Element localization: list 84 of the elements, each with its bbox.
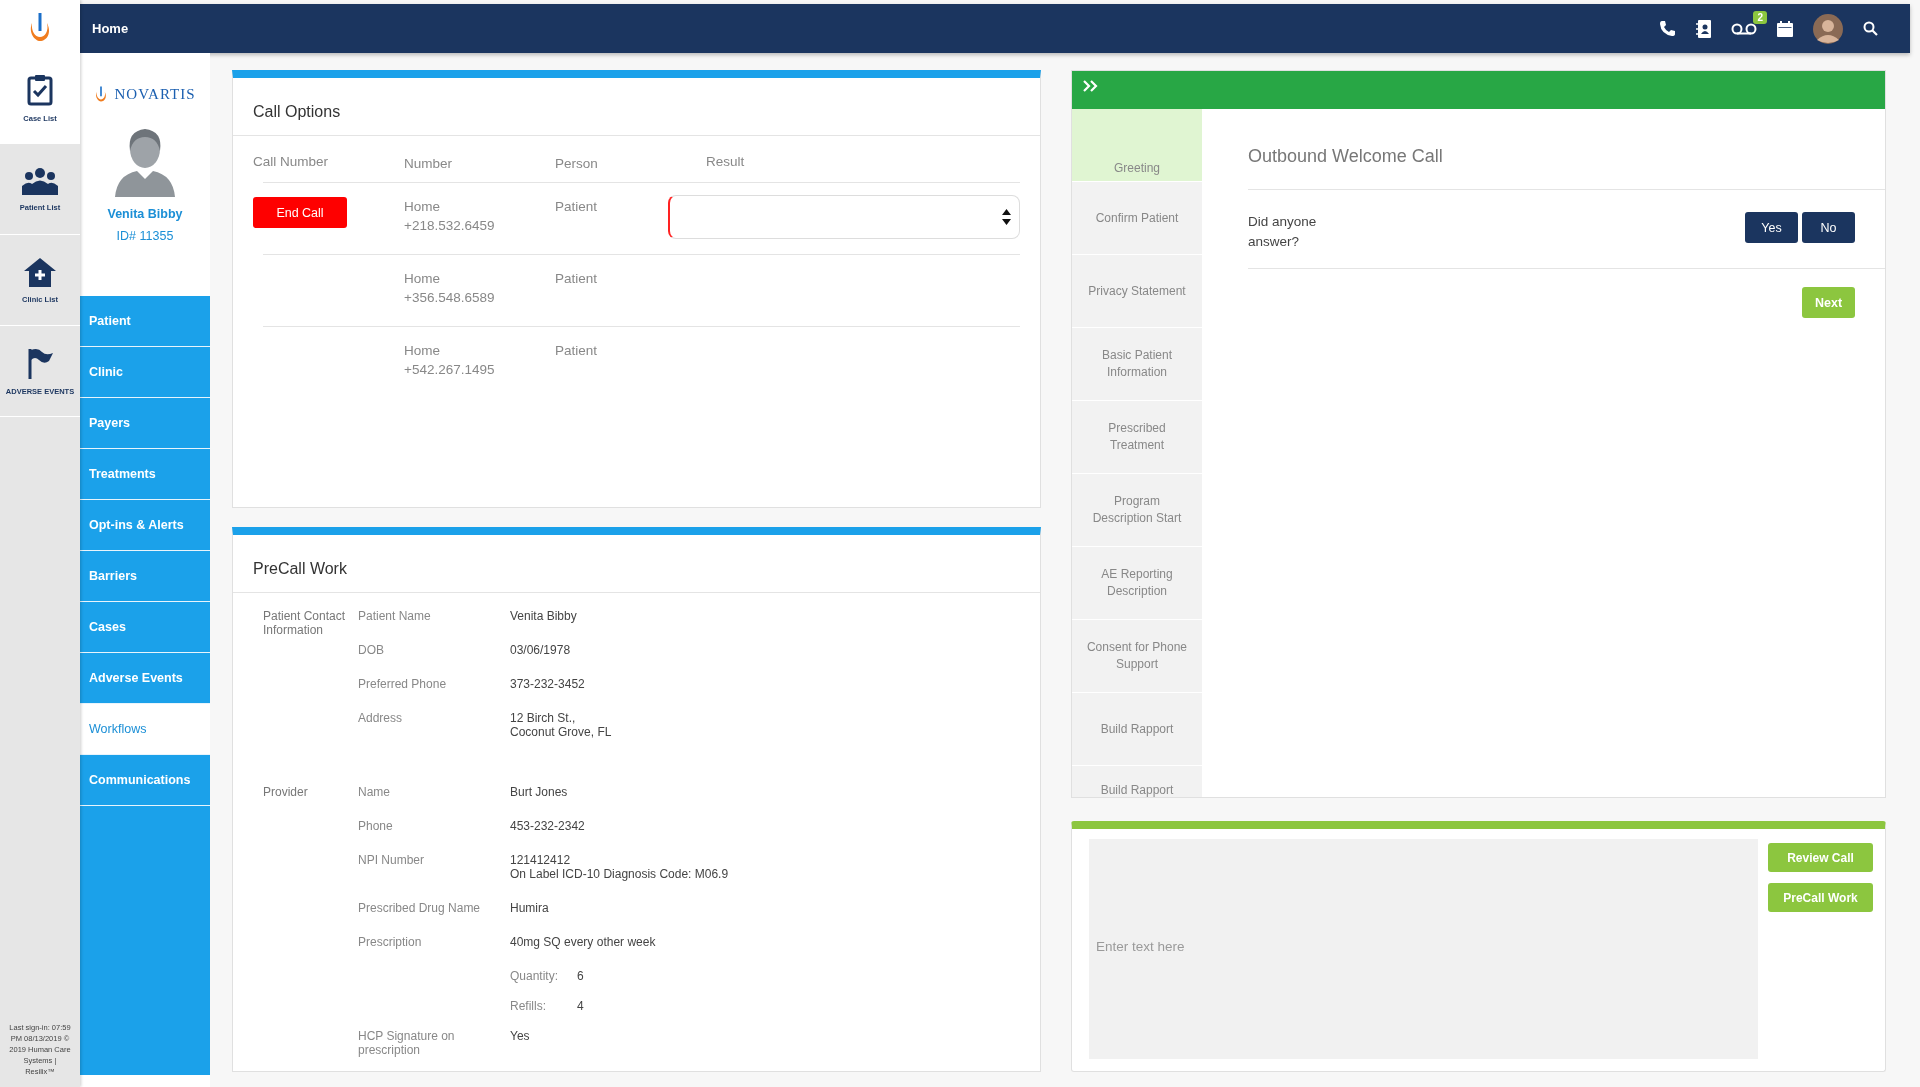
field-value: 12 Birch St., Coconut Grove, FL — [510, 711, 612, 739]
house-plus-icon — [23, 256, 57, 287]
patient-name: Venita Bibby — [107, 207, 183, 221]
column-header: Result — [706, 154, 746, 169]
next-button[interactable]: Next — [1802, 287, 1855, 318]
notes-field[interactable]: Enter text here — [1089, 839, 1758, 1059]
field-label: Address — [358, 711, 404, 727]
column-header: Call Number — [253, 154, 330, 169]
answer-button[interactable]: Yes — [1745, 212, 1798, 243]
sidebar-item[interactable]: Cases — [80, 602, 210, 653]
field-value: 121412412 On Label ICD-10 Diagnosis Code: M06.9 — [510, 853, 729, 881]
field-value: Venita Bibby — [510, 609, 577, 623]
field-value: 03/06/1978 — [510, 643, 571, 657]
field-label: Patient Name — [358, 609, 432, 623]
field-label: Preferred Phone — [358, 677, 448, 691]
action-button[interactable]: PreCall Work — [1768, 883, 1873, 912]
workflow-step[interactable]: Privacy Statement — [1072, 255, 1202, 328]
double-chevron-icon[interactable] — [1083, 80, 1098, 92]
panel-title: PreCall Work — [233, 535, 1040, 593]
phone-number: Home +356.548.6589 — [404, 270, 496, 307]
field-value: 4 — [577, 999, 584, 1013]
person-type: Patient — [555, 198, 599, 216]
field-value: 373-232-3452 — [510, 677, 585, 691]
column-header: Number — [404, 155, 453, 173]
field-label: NPI Number — [358, 853, 426, 869]
workflow-step[interactable]: Basic Patient Information — [1072, 328, 1202, 401]
workflow-step[interactable]: Build Rapport — [1072, 693, 1202, 766]
answer-button[interactable]: No — [1802, 212, 1855, 243]
workflow-step[interactable]: Program Description Start — [1072, 474, 1202, 547]
sidebar-item[interactable]: Opt-ins & Alerts — [80, 500, 210, 551]
workflow-title: Outbound Welcome Call — [1248, 109, 1885, 190]
sidebar-item[interactable]: Patient — [80, 296, 210, 347]
flame-logo-icon — [94, 85, 109, 103]
people-icon — [21, 166, 59, 195]
workflow-step[interactable]: Consent for Phone Support — [1072, 620, 1202, 693]
field-value: Yes — [510, 1029, 530, 1045]
flag-icon — [26, 346, 54, 379]
patient-id: ID# 11355 — [116, 229, 174, 243]
workflow-step[interactable]: Confirm Patient — [1072, 182, 1202, 255]
end-call-button[interactable]: End Call — [253, 197, 347, 228]
field-label: Prescribed Drug Name — [358, 901, 482, 915]
phone-icon[interactable] — [1659, 20, 1676, 37]
sidebar-item[interactable]: Barriers — [80, 551, 210, 602]
sidebar-item[interactable]: Payers — [80, 398, 210, 449]
field-label: DOB — [358, 643, 385, 657]
field-label: Name — [358, 785, 391, 799]
page-title: Home — [92, 21, 129, 36]
phone-number: Home +542.267.1495 — [404, 342, 496, 379]
field-value: 6 — [577, 969, 584, 983]
field-label: Prescription — [358, 935, 423, 949]
sidebar-item[interactable]: Workflows — [80, 704, 210, 755]
section-label: Provider — [263, 785, 309, 801]
field-value: 40mg SQ every other week — [510, 935, 656, 949]
field-value: Humira — [510, 901, 549, 915]
sidebar-item[interactable]: Treatments — [80, 449, 210, 500]
field-label: Quantity: — [510, 969, 560, 983]
phone-number: Home +218.532.6459 — [404, 198, 496, 235]
workflow-step[interactable]: Build Rapport — [1072, 766, 1202, 797]
field-value: 453-232-2342 — [510, 819, 585, 833]
sort-arrows-icon — [1002, 209, 1011, 225]
person-type: Patient — [555, 342, 599, 360]
person-type: Patient — [555, 270, 599, 288]
sidebar-item[interactable]: Clinic — [80, 347, 210, 398]
workflow-step[interactable]: AE Reporting Description — [1072, 547, 1202, 620]
calendar-icon[interactable] — [1777, 20, 1793, 37]
clipboard-icon — [27, 73, 53, 106]
avatar-icon[interactable] — [1813, 13, 1843, 44]
field-label: Phone — [358, 819, 394, 833]
sidebar-item[interactable]: Communications — [80, 755, 210, 806]
workflow-step[interactable]: Prescribed Treatment — [1072, 401, 1202, 474]
action-button[interactable]: Review Call — [1768, 843, 1873, 872]
search-icon[interactable] — [1863, 21, 1878, 36]
section-label: Patient Contact Information — [263, 609, 347, 639]
field-label: Refills: — [510, 999, 547, 1013]
field-value: Burt Jones — [510, 785, 568, 799]
panel-title: Call Options — [233, 78, 1040, 136]
question-text: Did anyone answer? — [1248, 213, 1318, 251]
contact-book-icon[interactable] — [1696, 19, 1711, 38]
brand-name: NOVARTIS — [114, 85, 196, 103]
field-label: HCP Signature on prescription — [358, 1029, 456, 1057]
column-header: Person — [555, 155, 599, 173]
voicemail-count: 2 — [1753, 10, 1767, 24]
voicemail-icon[interactable] — [1731, 22, 1757, 35]
workflow-step[interactable]: Greeting — [1072, 109, 1202, 182]
